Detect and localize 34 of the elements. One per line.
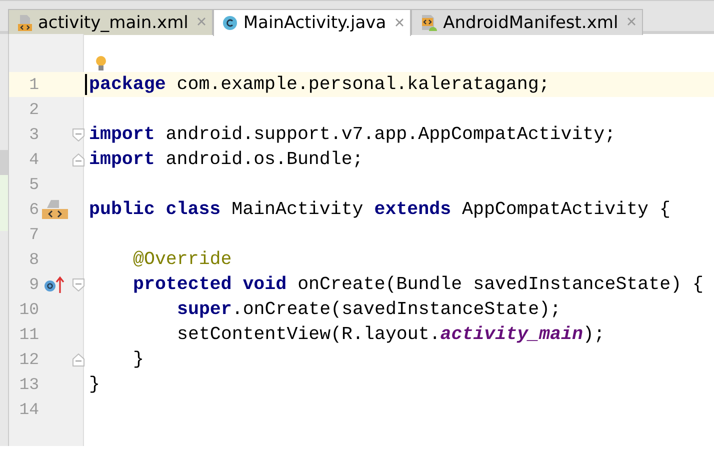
editor-tab[interactable]: MainActivity.java [213,9,412,36]
line-number: 12 [19,350,39,369]
line-number: 4 [29,150,39,169]
line-number: 5 [29,175,39,194]
override-up-arrow-icon[interactable] [44,276,66,294]
line-number: 10 [19,300,39,319]
manifest-file-icon [420,14,438,32]
line-number: 13 [19,375,39,394]
code-line: package com.example.personal.kaleratagang; [89,74,550,94]
class-icon [222,15,238,31]
editor-tab[interactable]: activity_main.xml [8,9,214,35]
line-number: 1 [29,75,39,94]
layout-file-icon[interactable] [42,198,68,220]
code-line: setContentView(R.layout.activity_main); [177,324,605,344]
code-line: import android.support.v7.app.AppCompatActivity; [89,124,616,144]
code-line: import android.os.Bundle; [89,150,364,170]
line-number: 14 [19,400,39,419]
code-line: super.onCreate(savedInstanceState); [177,300,561,320]
code-line: } [133,350,144,370]
line-number: 8 [29,250,39,269]
line-number: 3 [29,125,39,144]
text-cursor [85,74,87,95]
lightbulb-icon[interactable] [95,55,107,72]
line-number: 11 [19,325,39,344]
code-line: public class MainActivity extends AppCompatActivity { [89,200,670,220]
line-number: 9 [29,275,39,294]
line-number: 2 [29,100,39,119]
editor-tab[interactable]: AndroidManifest.xml [411,9,644,35]
line-number: 7 [29,225,39,244]
code-line: protected void onCreate(Bundle savedInstanceState) { [133,274,704,294]
code-line: } [89,374,100,394]
code-line: @Override [133,250,232,270]
xml-file-icon [17,14,33,32]
line-number: 6 [29,200,39,219]
